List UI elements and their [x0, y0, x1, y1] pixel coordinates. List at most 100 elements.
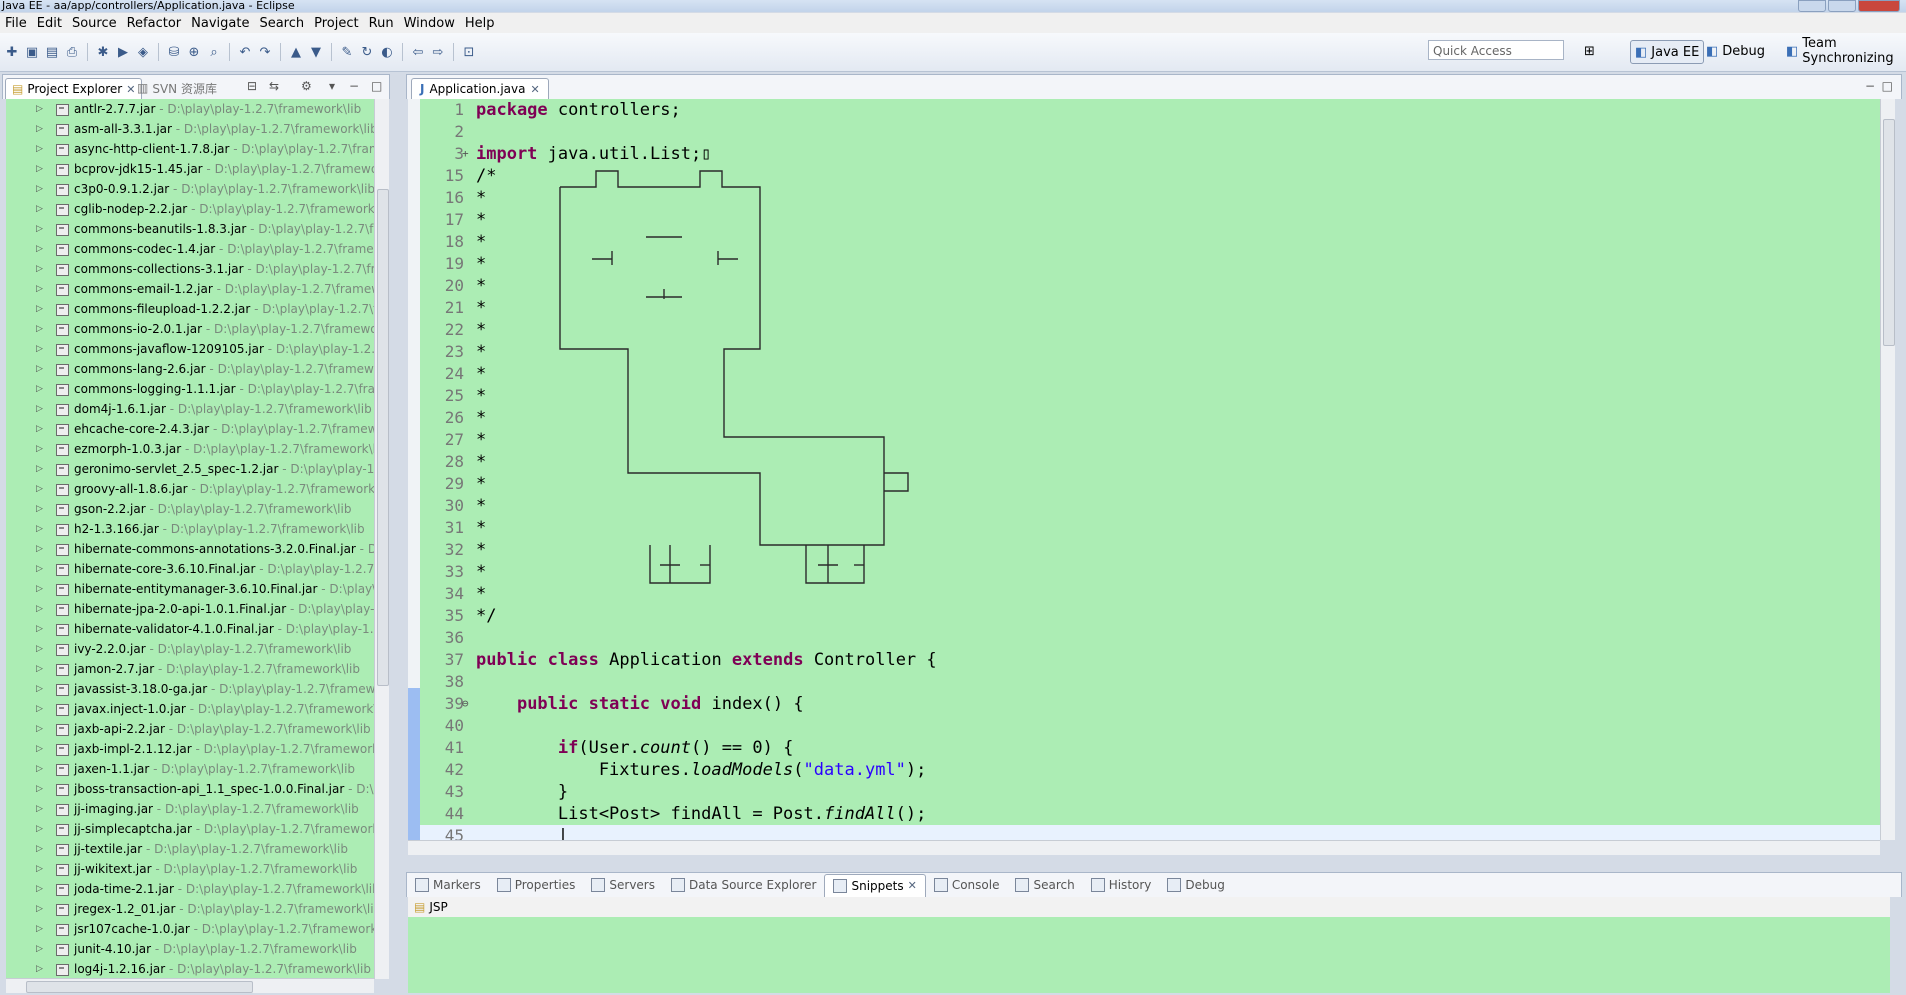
tree-item[interactable]: ▷ jaxen-1.1.jar - D:\play\play-1.2.7\fram…	[6, 759, 374, 779]
perspective-debug[interactable]: ◧ Debug	[1706, 40, 1765, 62]
tab-debug[interactable]: Debug	[1159, 874, 1232, 896]
scroll-thumb[interactable]	[377, 189, 389, 686]
tree-item[interactable]: ▷ jj-wikitext.jar - D:\play\play-1.2.7\fr…	[6, 859, 374, 879]
tree-item[interactable]: ▷ joda-time-2.1.jar - D:\play\play-1.2.7\…	[6, 879, 374, 899]
tab-project-explorer[interactable]: ▤ Project Explorer ✕	[5, 78, 143, 99]
expand-arrow-icon[interactable]: ▷	[36, 479, 43, 499]
tree-item[interactable]: ▷ javassist-3.18.0-ga.jar - D:\play\play-…	[6, 679, 374, 699]
tree-item[interactable]: ▷ ivy-2.2.0.jar - D:\play\play-1.2.7\fram…	[6, 639, 374, 659]
expand-arrow-icon[interactable]: ▷	[36, 499, 43, 519]
quick-access-input[interactable]: Quick Access	[1428, 40, 1564, 60]
tree-item[interactable]: ▷ jsr107cache-1.0.jar - D:\play\play-1.2.…	[6, 919, 374, 939]
expand-arrow-icon[interactable]: ▷	[36, 259, 43, 279]
expand-arrow-icon[interactable]: ▷	[36, 539, 43, 559]
tree-item[interactable]: ▷ commons-email-1.2.jar - D:\play\play-1.…	[6, 279, 374, 299]
expand-arrow-icon[interactable]: ▷	[36, 119, 43, 139]
maximize-view-icon[interactable]: □	[371, 79, 382, 93]
pin-icon[interactable]: ✎	[339, 44, 355, 60]
expand-arrow-icon[interactable]: ▷	[36, 99, 43, 119]
tree-item[interactable]: ▷ commons-lang-2.6.jar - D:\play\play-1.2…	[6, 359, 374, 379]
nav-forward-icon[interactable]: ⇨	[430, 44, 446, 60]
tree-item[interactable]: ▷ geronimo-servlet_2.5_spec-1.2.jar - D:\…	[6, 459, 374, 479]
expand-arrow-icon[interactable]: ▷	[36, 899, 43, 919]
expand-arrow-icon[interactable]: ▷	[36, 219, 43, 239]
refresh-icon[interactable]: ↻	[359, 44, 375, 60]
expand-arrow-icon[interactable]: ▷	[36, 819, 43, 839]
left-horizontal-scrollbar[interactable]	[6, 978, 374, 993]
expand-arrow-icon[interactable]: ▷	[36, 239, 43, 259]
back-icon[interactable]: ↶	[237, 44, 253, 60]
expand-arrow-icon[interactable]: ▷	[36, 859, 43, 879]
tree-item[interactable]: ▷ ehcache-core-2.4.3.jar - D:\play\play-1…	[6, 419, 374, 439]
expand-arrow-icon[interactable]: ▷	[36, 199, 43, 219]
tree-item[interactable]: ▷ groovy-all-1.8.6.jar - D:\play\play-1.2…	[6, 479, 374, 499]
window-icon[interactable]: ⊡	[461, 44, 477, 60]
expand-arrow-icon[interactable]: ▷	[36, 379, 43, 399]
tree-item[interactable]: ▷ gson-2.2.jar - D:\play\play-1.2.7\frame…	[6, 499, 374, 519]
tree-item[interactable]: ▷ async-http-client-1.7.8.jar - D:\play\p…	[6, 139, 374, 159]
expand-arrow-icon[interactable]: ▷	[36, 879, 43, 899]
tree-item[interactable]: ▷ jaxb-impl-2.1.12.jar - D:\play\play-1.2…	[6, 739, 374, 759]
expand-arrow-icon[interactable]: ▷	[36, 159, 43, 179]
new-server-icon[interactable]: ⛁	[166, 44, 182, 60]
tree-item[interactable]: ▷ junit-4.10.jar - D:\play\play-1.2.7\fra…	[6, 939, 374, 959]
tab-properties[interactable]: Properties	[489, 874, 584, 896]
tree-item[interactable]: ▷ bcprov-jdk15-1.45.jar - D:\play\play-1.…	[6, 159, 374, 179]
expand-arrow-icon[interactable]: ▷	[36, 679, 43, 699]
expand-arrow-icon[interactable]: ▷	[36, 699, 43, 719]
expand-arrow-icon[interactable]: ▷	[36, 559, 43, 579]
scroll-thumb[interactable]	[1883, 119, 1895, 346]
print-icon[interactable]: ⎙	[64, 44, 80, 60]
toggle-mark-icon[interactable]: ◐	[379, 44, 395, 60]
maximize-editor-icon[interactable]: □	[1882, 79, 1893, 93]
expand-arrow-icon[interactable]: ▷	[36, 579, 43, 599]
tree-item[interactable]: ▷ javax.inject-1.0.jar - D:\play\play-1.2…	[6, 699, 374, 719]
tree-item[interactable]: ▷ hibernate-core-3.6.10.Final.jar - D:\pl…	[6, 559, 374, 579]
tree-item[interactable]: ▷ antlr-2.7.7.jar - D:\play\play-1.2.7\fr…	[6, 99, 374, 119]
expand-arrow-icon[interactable]: ▷	[36, 459, 43, 479]
tree-item[interactable]: ▷ hibernate-validator-4.1.0.Final.jar - D…	[6, 619, 374, 639]
perspective-java-ee[interactable]: ◧ Java EE	[1630, 40, 1705, 64]
tab-servers[interactable]: Servers	[583, 874, 663, 896]
close-window-button[interactable]	[1858, 0, 1900, 12]
expand-arrow-icon[interactable]: ▷	[36, 279, 43, 299]
tree-item[interactable]: ▷ cglib-nodep-2.2.jar - D:\play\play-1.2.…	[6, 199, 374, 219]
expand-arrow-icon[interactable]: ▷	[36, 359, 43, 379]
tab-console[interactable]: Console	[926, 874, 1008, 896]
close-icon[interactable]: ✕	[908, 879, 917, 892]
tree-item[interactable]: ▷ asm-all-3.3.1.jar - D:\play\play-1.2.7\…	[6, 119, 374, 139]
tree-item[interactable]: ▷ commons-javaflow-1209105.jar - D:\play\…	[6, 339, 374, 359]
expand-arrow-icon[interactable]: ▷	[36, 399, 43, 419]
menu-edit[interactable]: Edit	[32, 16, 67, 31]
expand-arrow-icon[interactable]: ▷	[36, 719, 43, 739]
tree-item[interactable]: ▷ jamon-2.7.jar - D:\play\play-1.2.7\fram…	[6, 659, 374, 679]
debug-icon[interactable]: ✱	[95, 44, 111, 60]
menu-help[interactable]: Help	[460, 16, 500, 31]
run-ext-icon[interactable]: ◈	[135, 44, 151, 60]
expand-arrow-icon[interactable]: ▷	[36, 299, 43, 319]
tree-item[interactable]: ▷ commons-io-2.0.1.jar - D:\play\play-1.2…	[6, 319, 374, 339]
open-type-icon[interactable]: ⊕	[186, 44, 202, 60]
tree-item[interactable]: ▷ jj-simplecaptcha.jar - D:\play\play-1.2…	[6, 819, 374, 839]
new-icon[interactable]: ✚	[4, 44, 20, 60]
tab-application-java[interactable]: J Application.java ✕	[411, 78, 549, 99]
expand-arrow-icon[interactable]: ▷	[36, 319, 43, 339]
forward-icon[interactable]: ↷	[257, 44, 273, 60]
tree-item[interactable]: ▷ c3p0-0.9.1.2.jar - D:\play\play-1.2.7\f…	[6, 179, 374, 199]
tab-markers[interactable]: Markers	[407, 874, 489, 896]
minimize-editor-icon[interactable]: −	[1865, 79, 1875, 93]
expand-arrow-icon[interactable]: ▷	[36, 639, 43, 659]
editor-horizontal-scrollbar[interactable]	[408, 840, 1880, 855]
tree-item[interactable]: ▷ commons-logging-1.1.1.jar - D:\play\pla…	[6, 379, 374, 399]
tree-item[interactable]: ▷ jj-textile.jar - D:\play\play-1.2.7\fra…	[6, 839, 374, 859]
close-icon[interactable]: ✕	[126, 83, 135, 96]
tree-item[interactable]: ▷ hibernate-entitymanager-3.6.10.Final.ja…	[6, 579, 374, 599]
code-editor[interactable]: 1 package controllers; 2 +3 import java.util…	[408, 99, 1880, 840]
tree-item[interactable]: ▷ jaxb-api-2.2.jar - D:\play\play-1.2.7\f…	[6, 719, 374, 739]
tab-data-source-explorer[interactable]: Data Source Explorer	[663, 874, 824, 896]
tree-item[interactable]: ▷ log4j-1.2.16.jar - D:\play\play-1.2.7\f…	[6, 959, 374, 979]
nav-back-icon[interactable]: ⇦	[410, 44, 426, 60]
tab-svn-repository[interactable]: ▥ SVN 资源库	[137, 78, 217, 98]
save-all-icon[interactable]: ▤	[44, 44, 60, 60]
tree-item[interactable]: ▷ ezmorph-1.0.3.jar - D:\play\play-1.2.7\…	[6, 439, 374, 459]
